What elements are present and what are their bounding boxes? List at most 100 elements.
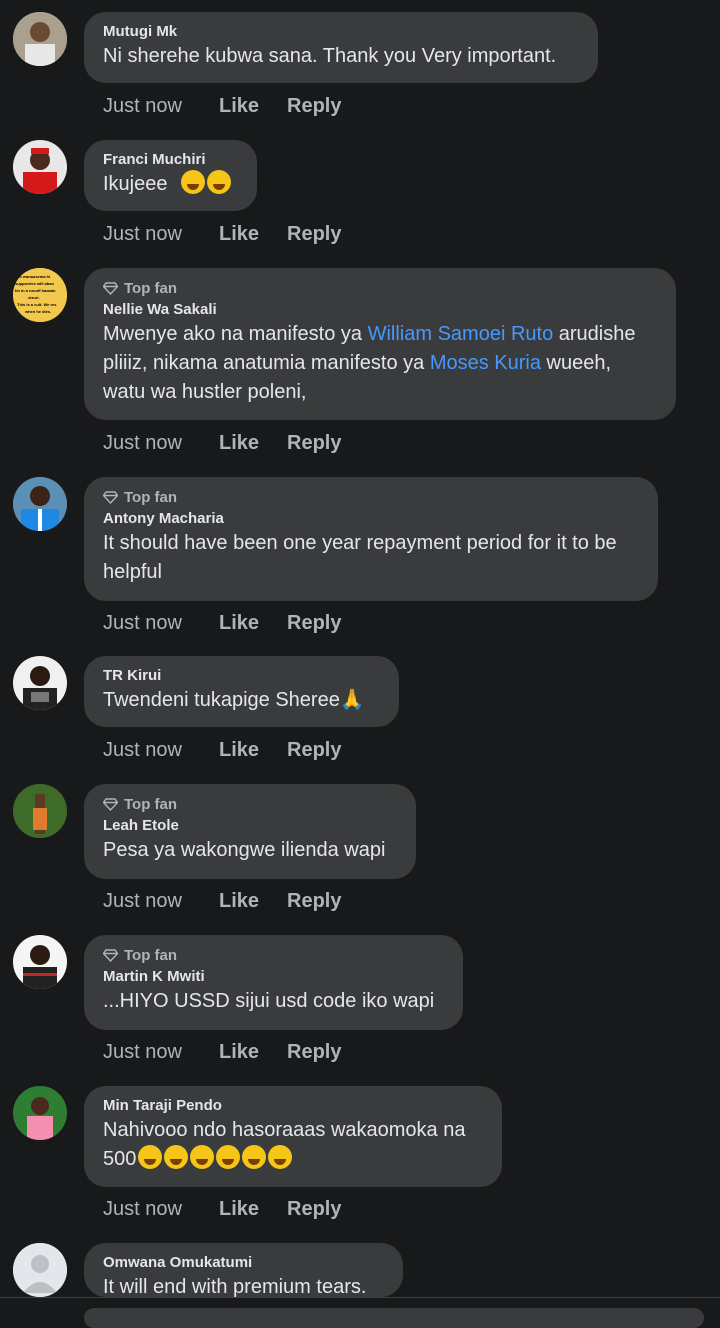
- comment-text: ...HIYO USSD sijui usd code iko wapi: [103, 990, 435, 1012]
- avatar[interactable]: Mo wanaosema hi supporters will aban tin i…: [13, 268, 67, 322]
- diamond-icon: [103, 948, 118, 962]
- reply-button[interactable]: Reply: [287, 739, 341, 762]
- commenter-name[interactable]: Franci Muchiri: [103, 150, 237, 170]
- commenter-name[interactable]: Mutugi Mk: [103, 22, 578, 42]
- top-fan-badge: Top fan: [103, 278, 656, 298]
- top-fan-badge: Top fan: [103, 945, 443, 965]
- like-button[interactable]: Like: [219, 1041, 287, 1064]
- comment-actions: Just now Like Reply: [103, 428, 341, 458]
- avatar[interactable]: [13, 656, 67, 710]
- reply-button[interactable]: Reply: [287, 612, 341, 635]
- top-fan-label: Top fan: [124, 946, 178, 964]
- svg-text:vizuri.: vizuri.: [28, 295, 40, 300]
- avatar[interactable]: [13, 784, 67, 838]
- top-fan-badge: Top fan: [103, 487, 638, 507]
- like-button[interactable]: Like: [219, 890, 287, 913]
- like-button[interactable]: Like: [219, 432, 287, 455]
- commenter-name[interactable]: Antony Macharia: [103, 509, 638, 529]
- laughing-emoji-icon: [180, 170, 205, 194]
- comment-text: Nahivooo ndo hasoraaas wakaomoka na 500: [103, 1116, 482, 1174]
- comment-bubble: Mutugi Mk Ni sherehe kubwa sana. Thank y…: [84, 12, 598, 83]
- avatar[interactable]: [13, 935, 67, 989]
- timestamp[interactable]: Just now: [103, 223, 219, 246]
- svg-text:This is a cult. We res: This is a cult. We res: [17, 302, 57, 307]
- default-profile-icon: [13, 1243, 67, 1297]
- timestamp[interactable]: Just now: [103, 612, 219, 635]
- comment-bubble: Franci Muchiri Ikujeee: [84, 140, 257, 211]
- commenter-name[interactable]: Martin K Mwiti: [103, 967, 443, 987]
- timestamp[interactable]: Just now: [103, 890, 219, 913]
- like-button[interactable]: Like: [219, 739, 287, 762]
- commenter-name[interactable]: Min Taraji Pendo: [103, 1096, 482, 1116]
- reply-button[interactable]: Reply: [287, 1041, 341, 1064]
- comment-text: Ikujeee: [103, 170, 237, 199]
- svg-text:tin in a runoff hawatu: tin in a runoff hawatu: [15, 288, 56, 293]
- svg-text:supporters will aban: supporters will aban: [15, 281, 54, 286]
- avatar[interactable]: [13, 477, 67, 531]
- timestamp[interactable]: Just now: [103, 739, 219, 762]
- diamond-icon: [103, 797, 118, 811]
- rolling-laugh-emoji-icon: [164, 1145, 189, 1169]
- comment-text: Pesa ya wakongwe ilienda wapi: [103, 839, 386, 861]
- laughing-emoji-icon: [206, 170, 231, 194]
- top-fan-label: Top fan: [124, 488, 178, 506]
- avatar[interactable]: [13, 140, 67, 194]
- comment-actions: Just now Like Reply: [103, 608, 341, 638]
- reply-button[interactable]: Reply: [287, 890, 341, 913]
- timestamp[interactable]: Just now: [103, 95, 219, 118]
- comment-bubble: Top fan Leah Etole Pesa ya wakongwe ilie…: [84, 784, 416, 879]
- comment-actions: Just now Like Reply: [103, 886, 341, 916]
- comment-actions: Just now Like Reply: [103, 735, 341, 765]
- comment-input[interactable]: [84, 1308, 704, 1328]
- top-fan-badge: Top fan: [103, 794, 396, 814]
- avatar[interactable]: [13, 12, 67, 66]
- diamond-icon: [103, 490, 118, 504]
- like-button[interactable]: Like: [219, 1198, 287, 1221]
- reply-button[interactable]: Reply: [287, 1198, 341, 1221]
- timestamp[interactable]: Just now: [103, 1198, 219, 1221]
- mention-link[interactable]: William Samoei Ruto: [368, 323, 554, 345]
- comment-text: It will end with premium tears.: [103, 1276, 367, 1297]
- svg-text:Mo wanaosema hi: Mo wanaosema hi: [16, 274, 50, 279]
- rolling-laugh-emoji-icon: [190, 1145, 215, 1169]
- comment-actions: Just now Like Reply: [103, 219, 341, 249]
- reply-button[interactable]: Reply: [287, 95, 341, 118]
- comment-actions: Just now Like Reply: [103, 91, 341, 121]
- avatar[interactable]: [13, 1086, 67, 1140]
- rolling-laugh-emoji-icon: [242, 1145, 267, 1169]
- commenter-name[interactable]: Omwana Omukatumi: [103, 1253, 383, 1273]
- comment-bubble: Min Taraji Pendo Nahivooo ndo hasoraaas …: [84, 1086, 502, 1187]
- top-fan-label: Top fan: [124, 795, 178, 813]
- comment-text: Ni sherehe kubwa sana. Thank you Very im…: [103, 45, 557, 67]
- top-fan-label: Top fan: [124, 279, 178, 297]
- commenter-name[interactable]: Leah Etole: [103, 816, 396, 836]
- reply-button[interactable]: Reply: [287, 432, 341, 455]
- comment-text-body: Ikujeee: [103, 173, 168, 195]
- comment-text-part: Mwenye ako na manifesto ya: [103, 323, 368, 345]
- comment-bubble: Top fan Antony Macharia It should have b…: [84, 477, 658, 601]
- comment-actions: Just now Like Reply: [103, 1037, 341, 1067]
- avatar[interactable]: [13, 1243, 67, 1297]
- mention-link[interactable]: Moses Kuria: [430, 352, 541, 374]
- comment-bubble: Top fan Martin K Mwiti ...HIYO USSD siju…: [84, 935, 463, 1030]
- comment-bubble: Top fan Nellie Wa Sakali Mwenye ako na m…: [84, 268, 676, 420]
- comment-text: It should have been one year repayment p…: [103, 532, 617, 583]
- timestamp[interactable]: Just now: [103, 432, 219, 455]
- rolling-laugh-emoji-icon: [138, 1145, 163, 1169]
- comment-bubble: TR Kirui Twendeni tukapige Sheree🙏: [84, 656, 399, 727]
- rolling-laugh-emoji-icon: [268, 1145, 293, 1169]
- comment-text: Mwenye ako na manifesto ya William Samoe…: [103, 320, 656, 407]
- like-button[interactable]: Like: [219, 223, 287, 246]
- svg-text:when he dies.: when he dies.: [24, 309, 51, 314]
- timestamp[interactable]: Just now: [103, 1041, 219, 1064]
- commenter-name[interactable]: TR Kirui: [103, 666, 379, 686]
- comment-text: Twendeni tukapige Sheree🙏: [103, 689, 365, 711]
- commenter-name[interactable]: Nellie Wa Sakali: [103, 300, 656, 320]
- rolling-laugh-emoji-icon: [216, 1145, 241, 1169]
- comment-bubble: Omwana Omukatumi It will end with premiu…: [84, 1243, 403, 1297]
- like-button[interactable]: Like: [219, 612, 287, 635]
- reply-button[interactable]: Reply: [287, 223, 341, 246]
- comment-actions: Just now Like Reply: [103, 1194, 341, 1224]
- like-button[interactable]: Like: [219, 95, 287, 118]
- diamond-icon: [103, 281, 118, 295]
